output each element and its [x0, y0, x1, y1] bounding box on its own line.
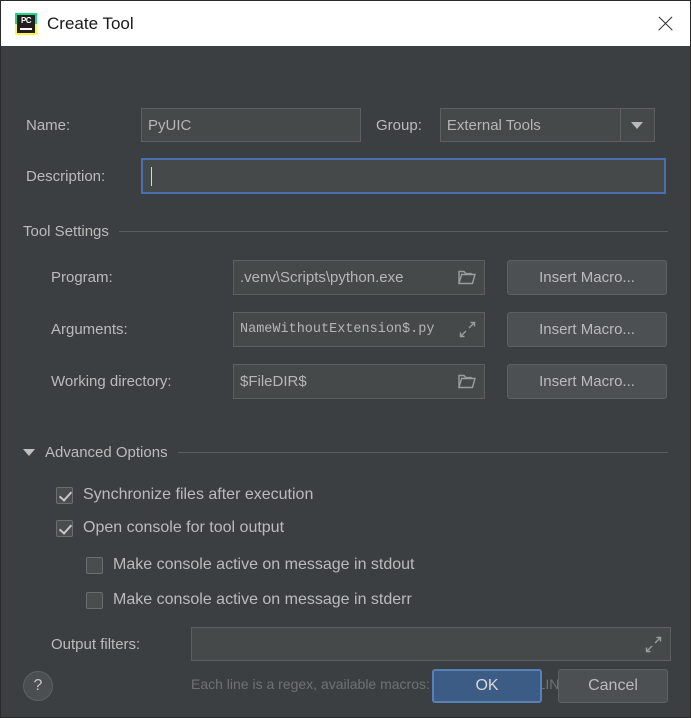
tool-settings-section-header: Tool Settings	[23, 223, 668, 240]
advanced-options-title: Advanced Options	[45, 444, 168, 461]
group-combobox[interactable]: External Tools	[439, 108, 655, 142]
arguments-row: Arguments: NameWithoutExtension$.py Inse…	[51, 312, 667, 347]
section-divider	[118, 231, 668, 232]
text-caret	[151, 167, 152, 186]
program-row: Program: .venv\Scripts\python.exe Insert…	[51, 260, 667, 295]
dialog-footer: ? OK Cancel	[1, 655, 690, 717]
working-directory-input[interactable]: $FileDIR$	[233, 364, 485, 399]
program-input[interactable]: .venv\Scripts\python.exe	[233, 260, 485, 295]
description-input[interactable]	[141, 158, 666, 194]
working-directory-input-value: $FileDIR$	[240, 373, 307, 390]
checkbox-console-active-stderr[interactable]: Make console active on message in stderr	[86, 591, 412, 609]
checkbox-synchronize-files[interactable]: Synchronize files after execution	[56, 486, 313, 504]
expand-icon[interactable]	[456, 319, 478, 341]
section-divider	[177, 452, 668, 453]
folder-icon[interactable]	[456, 267, 478, 289]
name-input[interactable]: PyUIC	[141, 108, 361, 142]
arguments-input[interactable]: NameWithoutExtension$.py	[233, 312, 485, 347]
description-label: Description:	[26, 167, 106, 185]
checkbox-label: Make console active on message in stderr	[113, 591, 412, 608]
program-input-value: .venv\Scripts\python.exe	[240, 269, 404, 286]
triangle-down-icon[interactable]	[23, 449, 35, 456]
checkbox-console-active-stdout[interactable]: Make console active on message in stdout	[86, 556, 415, 574]
group-label: Group:	[376, 116, 422, 134]
checkbox-icon[interactable]	[86, 591, 103, 609]
group-combobox-value: External Tools	[446, 116, 541, 134]
name-row: Name: PyUIC	[26, 108, 361, 142]
group-row: Group: External Tools	[376, 108, 655, 142]
checkbox-open-console[interactable]: Open console for tool output	[56, 519, 284, 537]
working-directory-label: Working directory:	[51, 373, 172, 390]
help-button[interactable]: ?	[23, 671, 53, 701]
name-input-value: PyUIC	[148, 116, 192, 134]
description-row: Description:	[26, 158, 666, 194]
output-filters-label: Output filters:	[51, 635, 141, 653]
checkbox-icon[interactable]	[86, 556, 103, 574]
cancel-button[interactable]: Cancel	[558, 669, 668, 703]
program-insert-macro-button[interactable]: Insert Macro...	[507, 260, 667, 295]
pycharm-icon: PC	[15, 12, 37, 35]
arguments-input-value: NameWithoutExtension$.py	[240, 322, 435, 337]
name-label: Name:	[26, 116, 71, 134]
tool-settings-title: Tool Settings	[23, 223, 109, 240]
checkbox-label: Open console for tool output	[83, 519, 285, 536]
arguments-insert-macro-button[interactable]: Insert Macro...	[507, 312, 667, 347]
checkbox-icon[interactable]	[56, 519, 73, 537]
working-directory-row: Working directory: $FileDIR$ Insert Macr…	[51, 364, 667, 399]
close-icon[interactable]	[650, 9, 680, 39]
create-tool-dialog: PC Create Tool Name: PyUIC Group: Extern…	[0, 0, 691, 718]
advanced-options-section-header[interactable]: Advanced Options	[23, 444, 668, 461]
title-bar: PC Create Tool	[1, 1, 690, 46]
arguments-label: Arguments:	[51, 321, 128, 338]
checkbox-label: Make console active on message in stdout	[113, 556, 415, 573]
working-directory-insert-macro-button[interactable]: Insert Macro...	[507, 364, 667, 399]
folder-icon[interactable]	[456, 371, 478, 393]
ok-button[interactable]: OK	[432, 669, 542, 703]
chevron-down-icon[interactable]	[619, 109, 654, 141]
checkbox-label: Synchronize files after execution	[83, 486, 314, 503]
dialog-body: Name: PyUIC Group: External Tools Descri…	[1, 46, 690, 717]
checkbox-icon[interactable]	[56, 486, 73, 504]
window-title: Create Tool	[47, 13, 134, 33]
expand-icon[interactable]	[642, 633, 664, 655]
program-label: Program:	[51, 269, 113, 286]
